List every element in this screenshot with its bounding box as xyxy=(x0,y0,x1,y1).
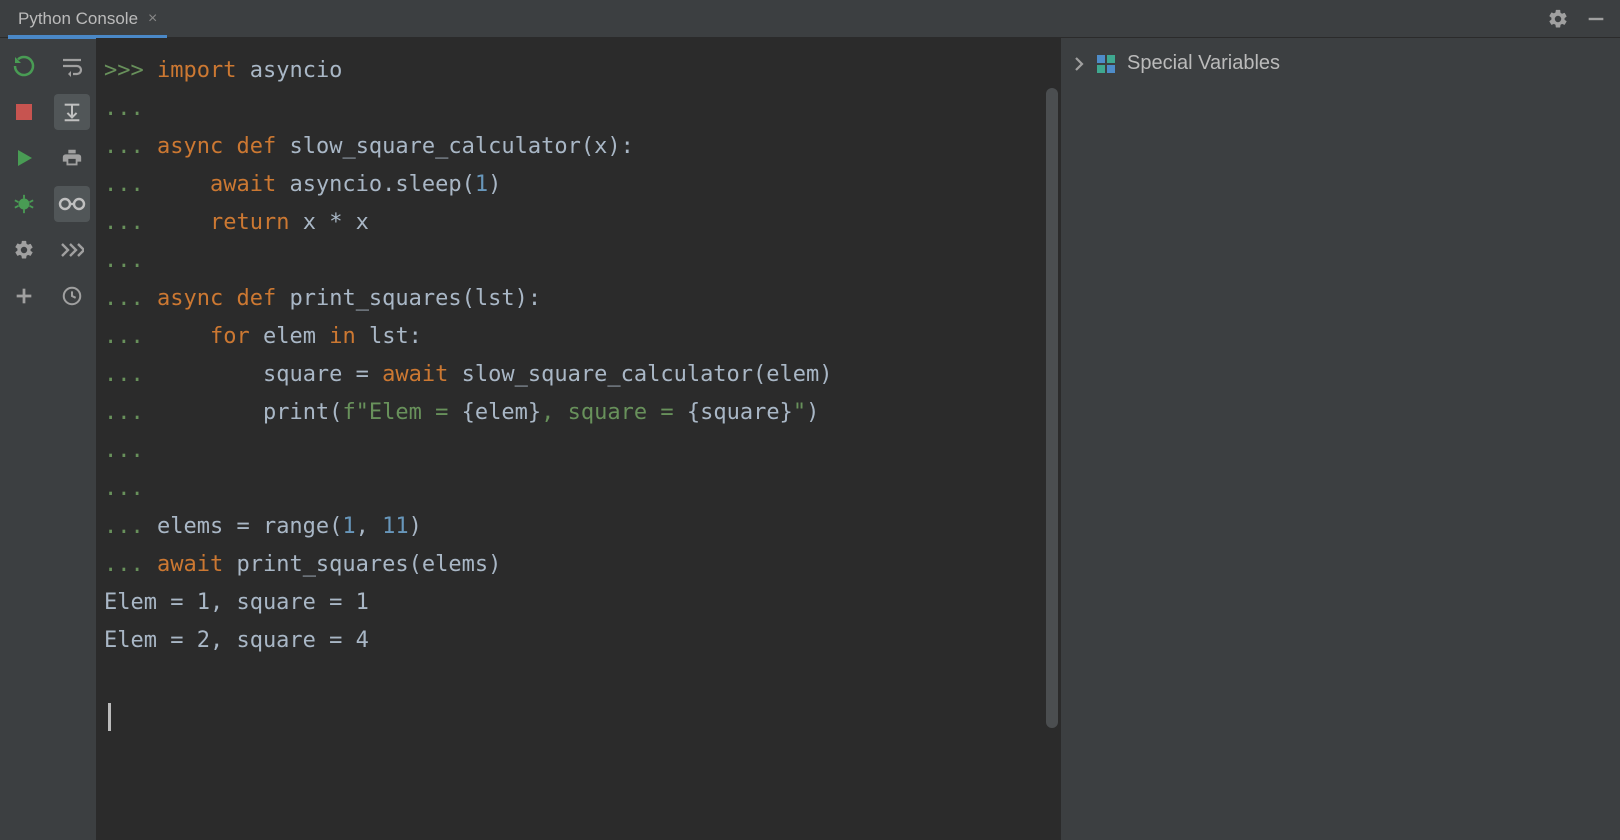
header: Python Console × xyxy=(0,0,1620,38)
chevron-right-icon xyxy=(1073,56,1085,72)
run-icon[interactable] xyxy=(6,140,42,176)
tab-python-console[interactable]: Python Console × xyxy=(8,0,167,38)
soft-wrap-icon[interactable] xyxy=(54,48,90,84)
print-icon[interactable] xyxy=(54,140,90,176)
new-console-icon[interactable] xyxy=(6,278,42,314)
debug-icon[interactable] xyxy=(6,186,42,222)
gear-icon[interactable] xyxy=(1546,7,1570,31)
console-content: >>> import asyncio ... ... async def slo… xyxy=(96,38,1060,750)
left-toolbar-secondary xyxy=(48,38,96,840)
scroll-to-end-icon[interactable] xyxy=(54,94,90,130)
stop-icon[interactable] xyxy=(6,94,42,130)
special-variables-label: Special Variables xyxy=(1127,52,1280,75)
variables-group-icon xyxy=(1095,53,1117,75)
tab-title: Python Console xyxy=(18,9,138,29)
scrollbar[interactable] xyxy=(1046,88,1058,728)
show-variables-icon[interactable] xyxy=(54,186,90,222)
caret xyxy=(108,703,111,731)
settings-icon[interactable] xyxy=(6,232,42,268)
show-prompt-icon[interactable] xyxy=(54,232,90,268)
left-toolbar-primary xyxy=(0,38,48,840)
history-icon[interactable] xyxy=(54,278,90,314)
special-variables-row[interactable]: Special Variables xyxy=(1073,52,1608,75)
rerun-icon[interactable] xyxy=(6,48,42,84)
close-icon[interactable]: × xyxy=(148,10,157,28)
minimize-icon[interactable] xyxy=(1584,7,1608,31)
variables-panel: Special Variables xyxy=(1060,38,1620,840)
console-area[interactable]: >>> import asyncio ... ... async def slo… xyxy=(96,38,1060,840)
